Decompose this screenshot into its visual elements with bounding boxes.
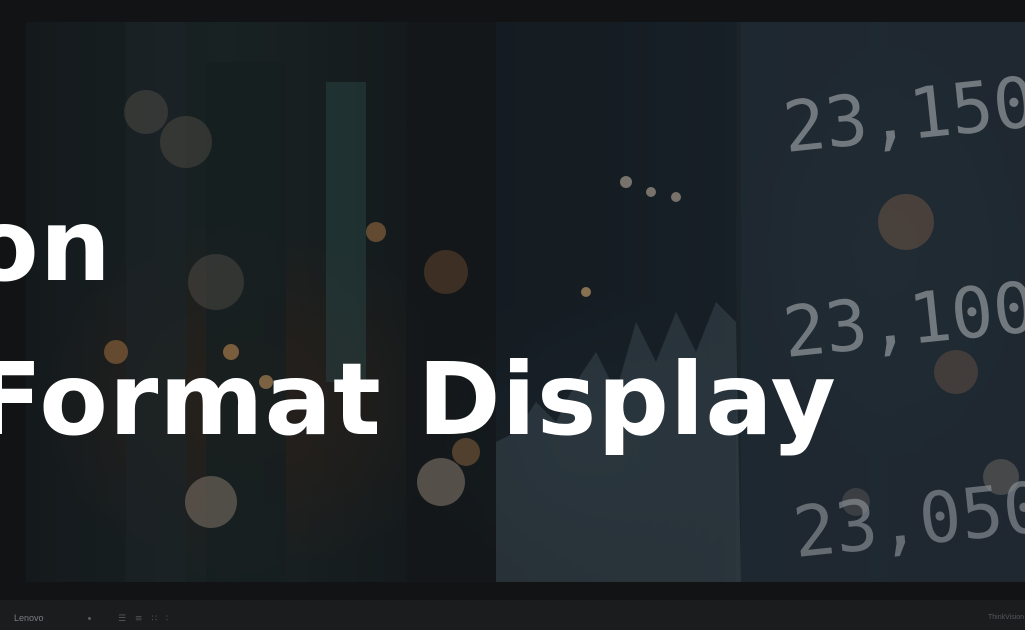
headline-line-2: Format Display: [0, 341, 837, 458]
headline-line-1: on: [0, 187, 112, 304]
brand-logo: Lenovo: [14, 613, 44, 623]
power-led-icon: [88, 617, 91, 620]
model-label: ThinkVision: [988, 614, 1025, 621]
control-icons: ☰ ≡ ∷ ∶: [118, 614, 172, 624]
display-screen: 23,150 23,100 23,050: [26, 22, 1025, 582]
dark-overlay: [26, 22, 1025, 582]
